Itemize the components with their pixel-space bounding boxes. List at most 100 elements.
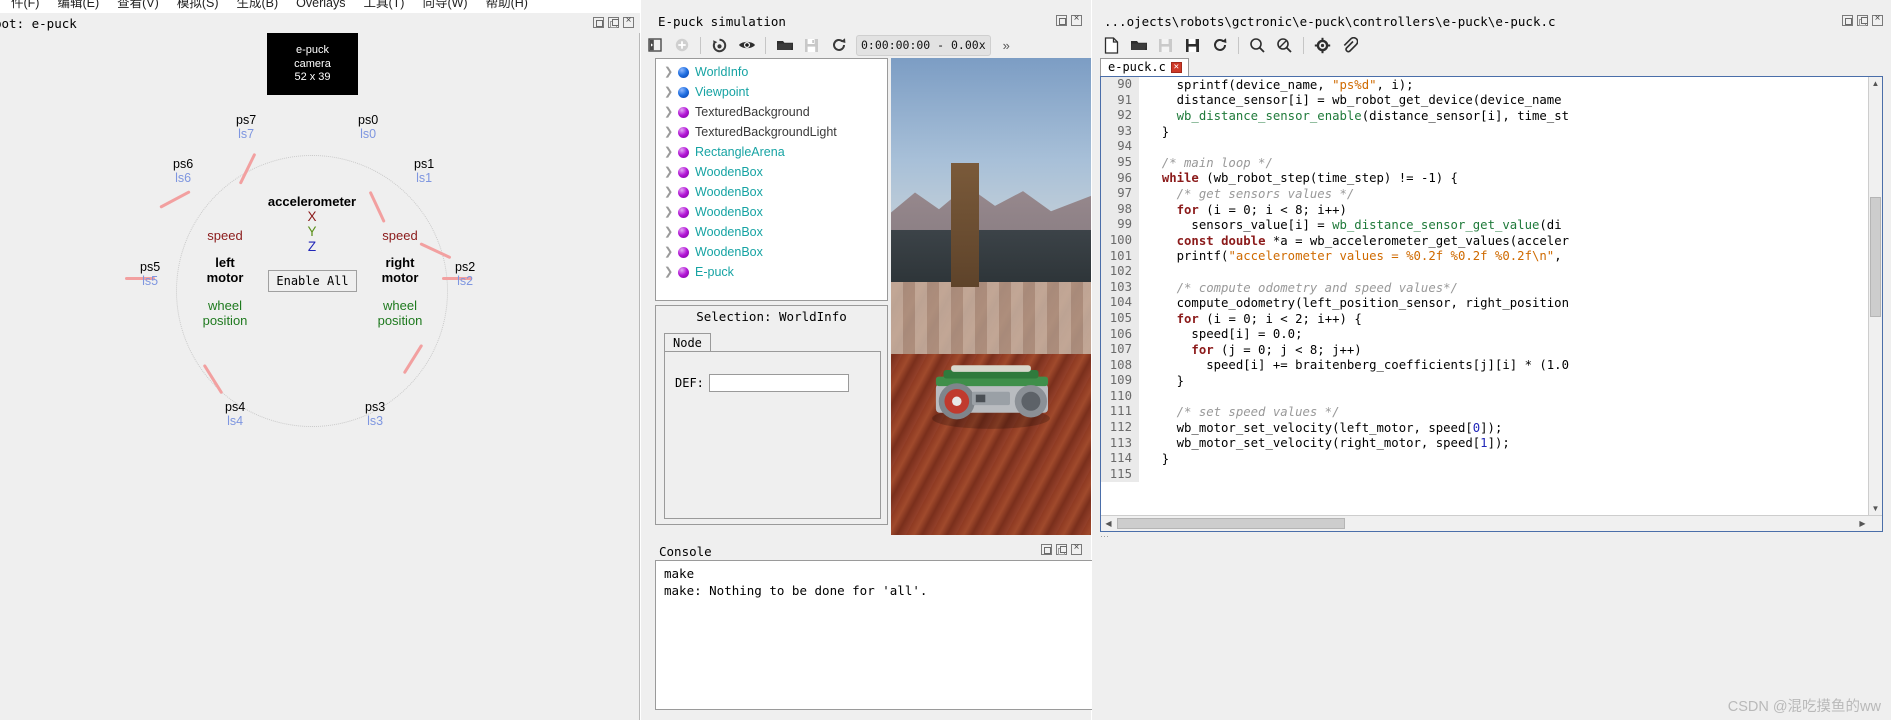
menu-item-help[interactable]: 帮助(H) — [477, 0, 537, 10]
restore-icon[interactable] — [593, 17, 604, 28]
settings-gear-icon[interactable] — [1309, 33, 1336, 57]
chevron-right-icon[interactable]: ❯ — [664, 202, 678, 222]
reload-world-icon[interactable] — [825, 33, 852, 57]
chevron-right-icon[interactable]: ❯ — [664, 242, 678, 262]
menu-item-build[interactable]: 生成(B) — [227, 0, 287, 10]
close-icon[interactable] — [623, 15, 634, 28]
chevron-right-icon[interactable]: ❯ — [664, 182, 678, 202]
code-text[interactable]: wb_motor_set_velocity(right_motor, speed… — [1139, 436, 1510, 450]
find-icon[interactable] — [1244, 33, 1271, 57]
save-all-icon[interactable] — [1179, 33, 1206, 57]
camera-overlay[interactable]: e-puck camera 52 x 39 — [267, 33, 358, 95]
reload-icon[interactable] — [1206, 33, 1233, 57]
code-text[interactable]: } — [1139, 125, 1169, 139]
editor-vertical-scrollbar[interactable]: ▲ ▼ — [1868, 77, 1882, 515]
close-icon[interactable] — [1071, 13, 1082, 26]
sensor-label-ps1[interactable]: ps1 ls1 — [414, 157, 434, 185]
chevron-right-icon[interactable]: ❯ — [664, 82, 678, 102]
open-folder-icon[interactable] — [1125, 33, 1152, 57]
restore-icon[interactable] — [1842, 15, 1853, 26]
code-text[interactable]: wb_motor_set_velocity(left_motor, speed[… — [1139, 421, 1503, 435]
restore-icon[interactable] — [1041, 544, 1052, 555]
chevron-right-icon[interactable]: ❯ — [664, 162, 678, 182]
def-input[interactable] — [708, 374, 849, 392]
scroll-right-icon[interactable]: ▶ — [1856, 517, 1869, 530]
menu-item-tools[interactable]: 工具(T) — [354, 0, 413, 10]
menu-item-edit[interactable]: 编辑(E) — [48, 0, 108, 10]
toggle-sidebar-icon[interactable] — [641, 33, 668, 57]
scroll-down-icon[interactable]: ▼ — [1869, 502, 1882, 515]
code-text[interactable]: /* set speed values */ — [1139, 405, 1340, 419]
code-text[interactable]: printf("accelerometer values = %0.2f %0.… — [1139, 249, 1562, 263]
code-text[interactable]: compute_odometry(left_position_sensor, r… — [1139, 296, 1569, 310]
chevron-right-icon[interactable]: ❯ — [664, 142, 678, 162]
right-motor-group[interactable]: speed right motor wheel position — [357, 228, 443, 328]
tree-item-viewpoint[interactable]: ❯ Viewpoint — [656, 82, 887, 102]
code-text[interactable]: sensors_value[i] = wb_distance_sensor_ge… — [1139, 218, 1561, 232]
menu-item-simulate[interactable]: 模拟(S) — [168, 0, 228, 10]
code-text[interactable]: while (wb_robot_step(time_step) != -1) { — [1139, 171, 1458, 185]
save-world-icon[interactable] — [798, 33, 825, 57]
toolbar-overflow-icon[interactable]: » — [1003, 38, 1010, 53]
code-text[interactable]: wb_distance_sensor_enable(distance_senso… — [1139, 109, 1569, 123]
code-text[interactable]: /* get sensors values */ — [1139, 187, 1355, 201]
sensor-label-ps3[interactable]: ps3 ls3 — [365, 400, 385, 428]
code-text[interactable]: for (j = 0; j < 8; j++) — [1139, 343, 1361, 357]
tree-item-woodenbox-1[interactable]: ❯ WoodenBox — [656, 162, 887, 182]
tree-item-woodenbox-2[interactable]: ❯ WoodenBox — [656, 182, 887, 202]
menu-item-view[interactable]: 查看(V) — [108, 0, 168, 10]
menu-item-wizards[interactable]: 向导(W) — [413, 0, 476, 10]
chevron-right-icon[interactable]: ❯ — [664, 222, 678, 242]
attach-icon[interactable] — [1336, 33, 1363, 57]
tree-item-worldinfo[interactable]: ❯ WorldInfo — [656, 62, 887, 82]
menu-item-file[interactable]: 件(F) — [2, 0, 48, 10]
chevron-right-icon[interactable]: ❯ — [664, 262, 678, 282]
3d-viewport[interactable] — [891, 58, 1091, 535]
sensor-label-ps5[interactable]: ps5 ls5 — [140, 260, 160, 288]
find-replace-icon[interactable] — [1271, 33, 1298, 57]
splitter-grip[interactable]: ⋯ — [1100, 531, 1110, 542]
tree-item-woodenbox-4[interactable]: ❯ WoodenBox — [656, 222, 887, 242]
chevron-right-icon[interactable]: ❯ — [664, 102, 678, 122]
sensor-label-ps2[interactable]: ps2 ls2 — [455, 260, 475, 288]
sensor-label-ps0[interactable]: ps0 ls0 — [358, 113, 378, 141]
editor-tab-epuck-c[interactable]: e-puck.c ✕ — [1100, 58, 1189, 76]
new-file-icon[interactable] — [1098, 33, 1125, 57]
view-eye-icon[interactable] — [733, 33, 760, 57]
float-icon[interactable] — [1857, 15, 1868, 26]
code-text[interactable]: } — [1139, 452, 1169, 466]
sensor-label-ps4[interactable]: ps4 ls4 — [225, 400, 245, 428]
code-text[interactable]: const double *a = wb_accelerometer_get_v… — [1139, 234, 1569, 248]
enable-all-button[interactable]: Enable All — [268, 270, 357, 292]
float-icon[interactable] — [1056, 544, 1067, 555]
save-icon[interactable] — [1152, 33, 1179, 57]
code-text[interactable]: /* compute odometry and speed values*/ — [1139, 281, 1458, 295]
code-text[interactable]: speed[i] = 0.0; — [1139, 327, 1302, 341]
code-text[interactable]: distance_sensor[i] = wb_robot_get_device… — [1139, 93, 1562, 107]
left-motor-group[interactable]: speed left motor wheel position — [182, 228, 268, 328]
code-text[interactable]: for (i = 0; i < 2; i++) { — [1139, 312, 1362, 326]
tree-item-rectanglearena[interactable]: ❯ RectangleArena — [656, 142, 887, 162]
tab-node[interactable]: Node — [664, 333, 711, 353]
tree-item-woodenbox-5[interactable]: ❯ WoodenBox — [656, 242, 887, 262]
open-world-folder-icon[interactable] — [771, 33, 798, 57]
float-icon[interactable] — [608, 17, 619, 28]
tree-item-texturedbackground[interactable]: ❯ TexturedBackground — [656, 102, 887, 122]
vertical-scroll-thumb[interactable] — [1870, 197, 1881, 317]
code-text[interactable]: for (i = 0; i < 8; i++) — [1139, 203, 1347, 217]
restore-icon[interactable] — [1056, 15, 1067, 26]
horizontal-scroll-thumb[interactable] — [1117, 518, 1345, 529]
close-icon[interactable] — [1872, 13, 1883, 26]
sensor-label-ps7[interactable]: ps7 ls7 — [236, 113, 256, 141]
close-icon[interactable] — [1071, 542, 1082, 555]
sensor-label-ps6[interactable]: ps6 ls6 — [173, 157, 193, 185]
tree-item-woodenbox-3[interactable]: ❯ WoodenBox — [656, 202, 887, 222]
chevron-right-icon[interactable]: ❯ — [664, 62, 678, 82]
scroll-up-icon[interactable]: ▲ — [1869, 77, 1882, 90]
code-text[interactable]: sprintf(device_name, "ps%d", i); — [1139, 78, 1414, 92]
close-icon[interactable]: ✕ — [1170, 61, 1182, 73]
code-text[interactable]: /* main loop */ — [1139, 156, 1273, 170]
scene-tree[interactable]: ❯ WorldInfo ❯ Viewpoint ❯ TexturedBackgroun… — [655, 58, 888, 301]
reset-simulation-icon[interactable] — [706, 33, 733, 57]
chevron-right-icon[interactable]: ❯ — [664, 122, 678, 142]
